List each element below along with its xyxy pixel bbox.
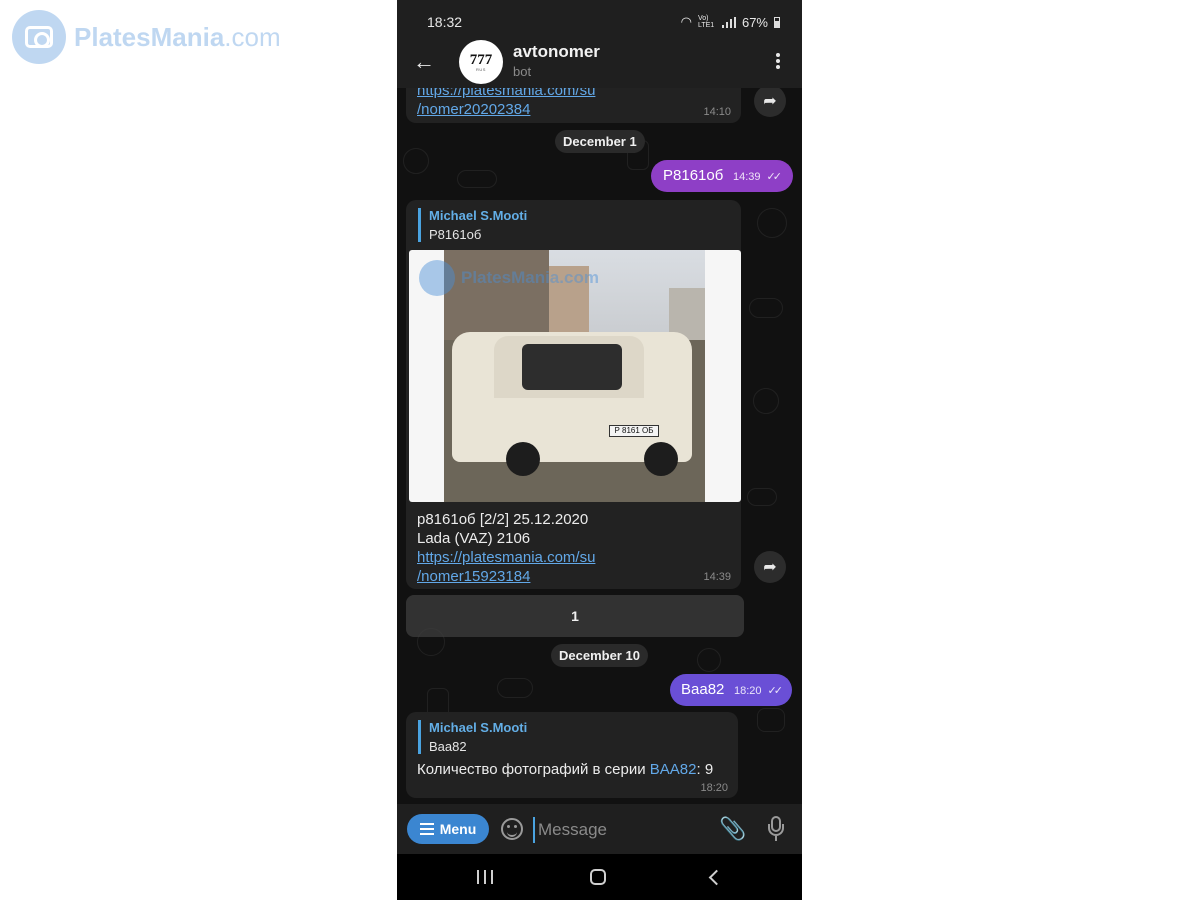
battery-icon (774, 16, 780, 28)
outgoing-message[interactable]: Р8161об 14:39 ✓✓ (651, 160, 793, 192)
chat-subtitle: bot (513, 64, 532, 79)
paperclip-icon[interactable]: 📎 (719, 816, 746, 842)
car-photo[interactable]: Р 8161 ОБ PlatesMania.com (409, 250, 741, 502)
message-link[interactable]: https://platesmania.com/su/nomer15923184 (417, 548, 595, 586)
menu-button[interactable]: Menu (407, 814, 489, 844)
outgoing-message[interactable]: Baa82 18:20 ✓✓ (670, 674, 792, 706)
more-options-icon[interactable] (768, 50, 788, 72)
status-bar: 18:32 ◠ Vo) LTE1 67% (397, 0, 802, 42)
microphone-icon[interactable] (767, 816, 785, 842)
read-ticks-icon: ✓✓ (767, 685, 784, 697)
recents-icon[interactable] (477, 870, 493, 884)
status-time: 18:32 (427, 14, 463, 30)
message-time: 14:10 (703, 106, 731, 118)
license-plate: Р 8161 ОБ (609, 425, 659, 437)
message-text: Количество фотографий в серии BAA82: 9 (417, 761, 714, 778)
system-nav-bar (397, 854, 802, 900)
camera-logo-icon (419, 260, 455, 296)
series-link[interactable]: BAA82 (650, 761, 697, 778)
message-time: 18:20 (700, 782, 728, 794)
inline-keyboard-button[interactable]: 1 (406, 595, 744, 637)
incoming-message[interactable]: Michael S.Mooti Baa82 Количество фотогра… (406, 712, 738, 798)
share-icon[interactable]: ➦ (754, 88, 786, 117)
network-label: Vo) LTE1 (697, 15, 715, 29)
hamburger-icon (419, 823, 434, 835)
home-icon[interactable] (590, 869, 606, 885)
nav-back-icon[interactable] (707, 869, 719, 885)
message-time: 14:39 (703, 571, 731, 583)
signal-icon (721, 16, 736, 28)
reply-quote[interactable]: Michael S.Mooti Baa82 (418, 720, 527, 754)
emoji-icon[interactable] (501, 818, 523, 840)
message-text: Р8161об (663, 167, 724, 184)
avatar[interactable]: 777 RUS (459, 40, 503, 84)
message-text: Baa82 (681, 681, 725, 698)
chat-area[interactable]: https://platesmania.com/su/nomer20202384… (397, 88, 802, 804)
photo-caption: р8161об [2/2] 25.12.2020 Lada (VAZ) 2106… (417, 511, 596, 586)
message-input[interactable] (533, 817, 703, 843)
read-ticks-icon: ✓✓ (766, 171, 783, 183)
date-separator: December 1 (555, 130, 645, 153)
incoming-photo-message[interactable]: Michael S.Mooti Р8161об Р 8161 ОБ Plates… (406, 200, 741, 589)
incoming-message[interactable]: https://platesmania.com/su/nomer20202384… (406, 88, 741, 123)
battery-percent: 67% (741, 14, 768, 30)
reply-quote[interactable]: Michael S.Mooti Р8161об (418, 208, 527, 242)
back-arrow-icon[interactable]: ← (413, 50, 437, 74)
phone-screen: 18:32 ◠ Vo) LTE1 67% ← 777 RUS avtonomer… (397, 0, 802, 900)
chat-title[interactable]: avtonomer (513, 42, 600, 62)
share-icon[interactable]: ➦ (754, 551, 786, 583)
message-time: 14:39 ✓✓ (733, 171, 783, 183)
message-link[interactable]: https://platesmania.com/su/nomer20202384 (417, 88, 595, 119)
date-separator: December 10 (551, 644, 648, 667)
camera-logo-icon (12, 10, 66, 64)
chat-header: ← 777 RUS avtonomer bot (397, 40, 802, 88)
photo-watermark: PlatesMania.com (419, 260, 599, 296)
platesmania-watermark: PlatesMania.com (12, 10, 281, 64)
wifi-icon: ◠ (680, 14, 692, 29)
input-bar: Menu 📎 (397, 804, 802, 854)
watermark-text: PlatesMania.com (74, 21, 281, 52)
message-time: 18:20 ✓✓ (734, 685, 784, 697)
